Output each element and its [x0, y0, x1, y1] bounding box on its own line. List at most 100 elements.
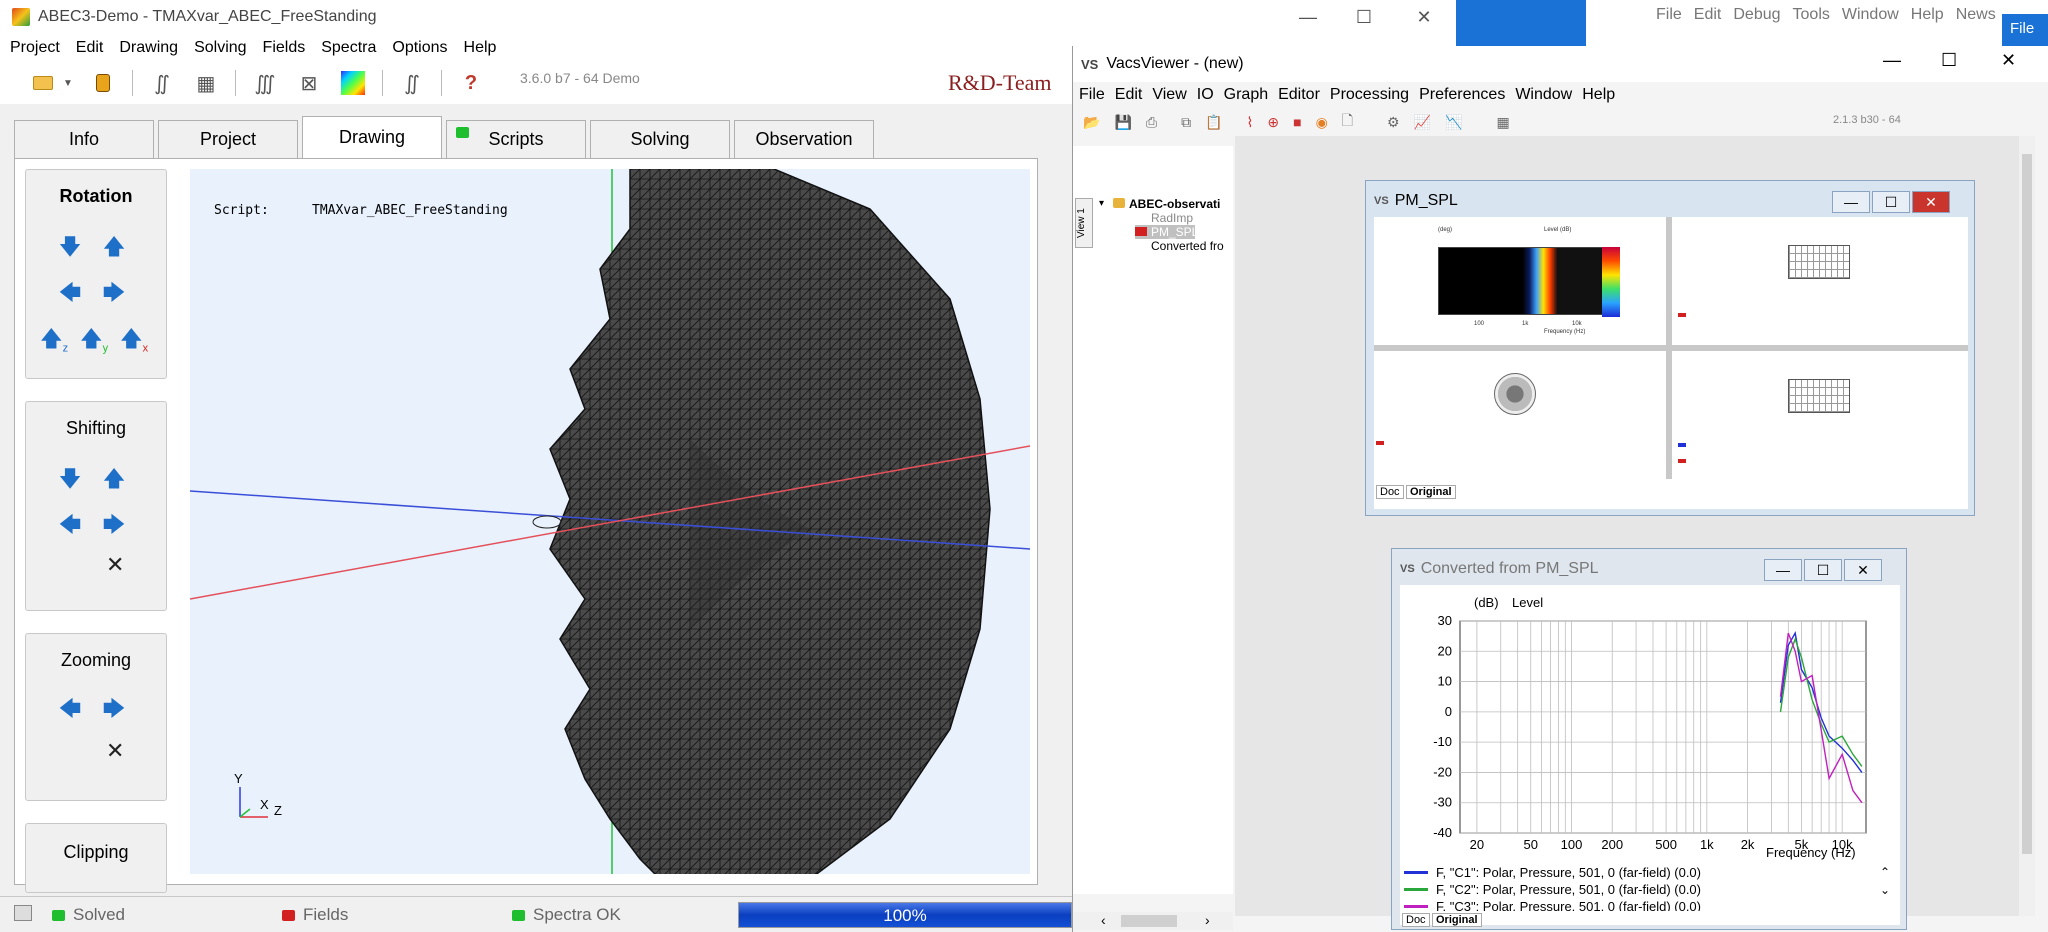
legend-scroll-up[interactable]: ⌃: [1880, 865, 1890, 879]
shift-up-button[interactable]: 🡅: [100, 462, 128, 500]
vacs-color-icon[interactable]: ■: [1293, 114, 1301, 130]
mesh-button[interactable]: ▦: [191, 68, 221, 98]
menu-edit[interactable]: Edit: [76, 39, 104, 57]
vacs-menu-io[interactable]: IO: [1197, 86, 1214, 104]
open-folder-button[interactable]: [28, 68, 58, 98]
converted-minimize-button[interactable]: —: [1764, 559, 1802, 581]
tab-solving[interactable]: Solving: [590, 120, 730, 158]
rotate-left-button[interactable]: 🡄: [56, 276, 84, 314]
vacs-menu-view[interactable]: View: [1152, 86, 1186, 104]
rotate-down-button[interactable]: 🡇: [56, 230, 84, 268]
vacs-balloon-icon[interactable]: ◉: [1316, 114, 1328, 131]
vacs-chart2-icon[interactable]: 📉: [1445, 114, 1462, 131]
scroll-left-icon[interactable]: ‹: [1101, 912, 1106, 928]
mdi-vertical-scrollbar[interactable]: [2019, 136, 2035, 916]
bg-menu-news[interactable]: News: [1956, 6, 1996, 24]
bg-menu-debug[interactable]: Debug: [1733, 6, 1780, 24]
shift-down-button[interactable]: 🡇: [56, 462, 84, 500]
mdi-scroll-thumb[interactable]: [2022, 154, 2032, 854]
converted-window[interactable]: VS Converted from PM_SPL — ☐ ✕ (dB) Leve…: [1391, 548, 1907, 930]
zoom-reset-button[interactable]: ✕: [106, 738, 124, 764]
help-button[interactable]: ?: [456, 68, 486, 98]
rotate-right-button[interactable]: 🡆: [100, 276, 128, 314]
vacs-menu-preferences[interactable]: Preferences: [1419, 86, 1505, 104]
save-button[interactable]: [88, 68, 118, 98]
bg-menu-edit[interactable]: Edit: [1694, 6, 1722, 24]
converted-doc-tab[interactable]: Doc: [1402, 913, 1430, 927]
vacs-close-button[interactable]: ✕: [2001, 50, 2016, 71]
rotate-up-button[interactable]: 🡅: [100, 230, 128, 268]
legend-item[interactable]: F, "C2": Polar, Pressure, 501, 0 (far-fi…: [1404, 882, 1701, 897]
tree-scroll-thumb[interactable]: [1121, 915, 1177, 927]
solve-integral-button[interactable]: ∬: [147, 68, 177, 98]
tab-observation[interactable]: Observation: [734, 120, 874, 158]
vacs-menu-help[interactable]: Help: [1582, 86, 1615, 104]
shift-right-button[interactable]: 🡆: [100, 508, 128, 546]
scroll-right-icon[interactable]: ›: [1205, 912, 1210, 928]
bg-menu-file[interactable]: File: [1656, 6, 1682, 24]
abec-minimize-button-2[interactable]: —: [1278, 0, 1338, 34]
rotate-z-button[interactable]: 🡅z: [40, 322, 68, 360]
tree-root[interactable]: ABEC-observati: [1129, 197, 1220, 211]
tab-scripts[interactable]: Scripts: [446, 120, 586, 158]
menu-drawing[interactable]: Drawing: [119, 39, 178, 57]
shift-reset-button[interactable]: ✕: [106, 552, 124, 578]
vacs-menu-graph[interactable]: Graph: [1224, 86, 1268, 104]
vacs-new-doc-icon[interactable]: 🗋: [1342, 110, 1353, 134]
vacs-maximize-button[interactable]: ☐: [1941, 50, 1957, 71]
vacs-calendar-icon[interactable]: ▦: [1496, 114, 1509, 131]
tab-drawing[interactable]: Drawing: [302, 116, 442, 158]
vacs-menu-editor[interactable]: Editor: [1278, 86, 1320, 104]
legend-item[interactable]: F, "C3": Polar, Pressure, 501, 0 (far-fi…: [1404, 899, 1701, 911]
vacs-polar-icon[interactable]: ⊕: [1267, 114, 1279, 131]
shift-left-button[interactable]: 🡄: [56, 508, 84, 546]
menu-solving[interactable]: Solving: [194, 39, 246, 57]
pmspl-doc-tab[interactable]: Doc: [1376, 485, 1404, 499]
vacs-open-icon[interactable]: 📂: [1083, 114, 1100, 131]
bg-menu-tools[interactable]: Tools: [1793, 6, 1830, 24]
abec-maximize-button[interactable]: ☐: [1334, 0, 1394, 34]
menu-project[interactable]: Project: [10, 39, 60, 57]
menu-help[interactable]: Help: [464, 39, 497, 57]
bg-menu-help[interactable]: Help: [1911, 6, 1944, 24]
bg-file-button[interactable]: File: [2002, 14, 2048, 46]
view-tab[interactable]: View 1: [1075, 198, 1093, 248]
rotate-x-button[interactable]: 🡅x: [120, 322, 148, 360]
vacs-paste-icon[interactable]: 📋: [1205, 114, 1222, 131]
field-mesh-button[interactable]: ⊠: [294, 68, 324, 98]
converted-close-button[interactable]: ✕: [1844, 559, 1882, 581]
field-integral-button[interactable]: ∭: [250, 68, 280, 98]
zoom-out-button[interactable]: 🡄: [56, 692, 84, 730]
vacs-menu-window[interactable]: Window: [1515, 86, 1572, 104]
zoom-in-button[interactable]: 🡆: [100, 692, 128, 730]
bg-menu-window[interactable]: Window: [1842, 6, 1899, 24]
legend-item[interactable]: F, "C1": Polar, Pressure, 501, 0 (far-fi…: [1404, 865, 1701, 880]
tree-expand-icon[interactable]: ▾: [1099, 198, 1104, 209]
vacs-menu-edit[interactable]: Edit: [1115, 86, 1143, 104]
vacs-copy-icon[interactable]: ⧉: [1181, 114, 1191, 131]
pmspl-window[interactable]: VS PM_SPL — ☐ ✕ (deg) Level (dB) Frequen…: [1365, 180, 1975, 516]
vacs-menu-file[interactable]: File: [1079, 86, 1105, 104]
menu-spectra[interactable]: Spectra: [321, 39, 376, 57]
tab-info[interactable]: Info: [14, 120, 154, 158]
tab-project[interactable]: Project: [158, 120, 298, 158]
abec-close-button[interactable]: ✕: [1394, 0, 1454, 34]
converted-maximize-button[interactable]: ☐: [1804, 559, 1842, 581]
tree-item-converted[interactable]: Converted fro: [1151, 239, 1224, 253]
tree-horizontal-scrollbar[interactable]: ‹ ›: [1073, 912, 1233, 930]
colormap-button[interactable]: [338, 68, 368, 98]
3d-viewport[interactable]: Script: TMAXvar_ABEC_FreeStanding Y X Z: [190, 169, 1030, 874]
rotate-y-button[interactable]: 🡅y: [80, 322, 108, 360]
open-dropdown-button[interactable]: ▼: [62, 68, 74, 98]
vacs-chart-icon[interactable]: 📈: [1414, 114, 1431, 131]
converted-original-tab[interactable]: Original: [1432, 913, 1482, 927]
vacs-print-icon[interactable]: ⎙: [1146, 114, 1157, 131]
vacs-menu-processing[interactable]: Processing: [1330, 86, 1409, 104]
vacs-graph-icon[interactable]: ⌇: [1247, 114, 1254, 131]
pmspl-minimize-button[interactable]: —: [1832, 191, 1870, 213]
pmspl-maximize-button[interactable]: ☐: [1872, 191, 1910, 213]
pmspl-close-button[interactable]: ✕: [1912, 191, 1950, 213]
spectra-button[interactable]: ∬: [397, 68, 427, 98]
menu-fields[interactable]: Fields: [263, 39, 306, 57]
vacs-save-icon[interactable]: 💾: [1114, 114, 1131, 131]
